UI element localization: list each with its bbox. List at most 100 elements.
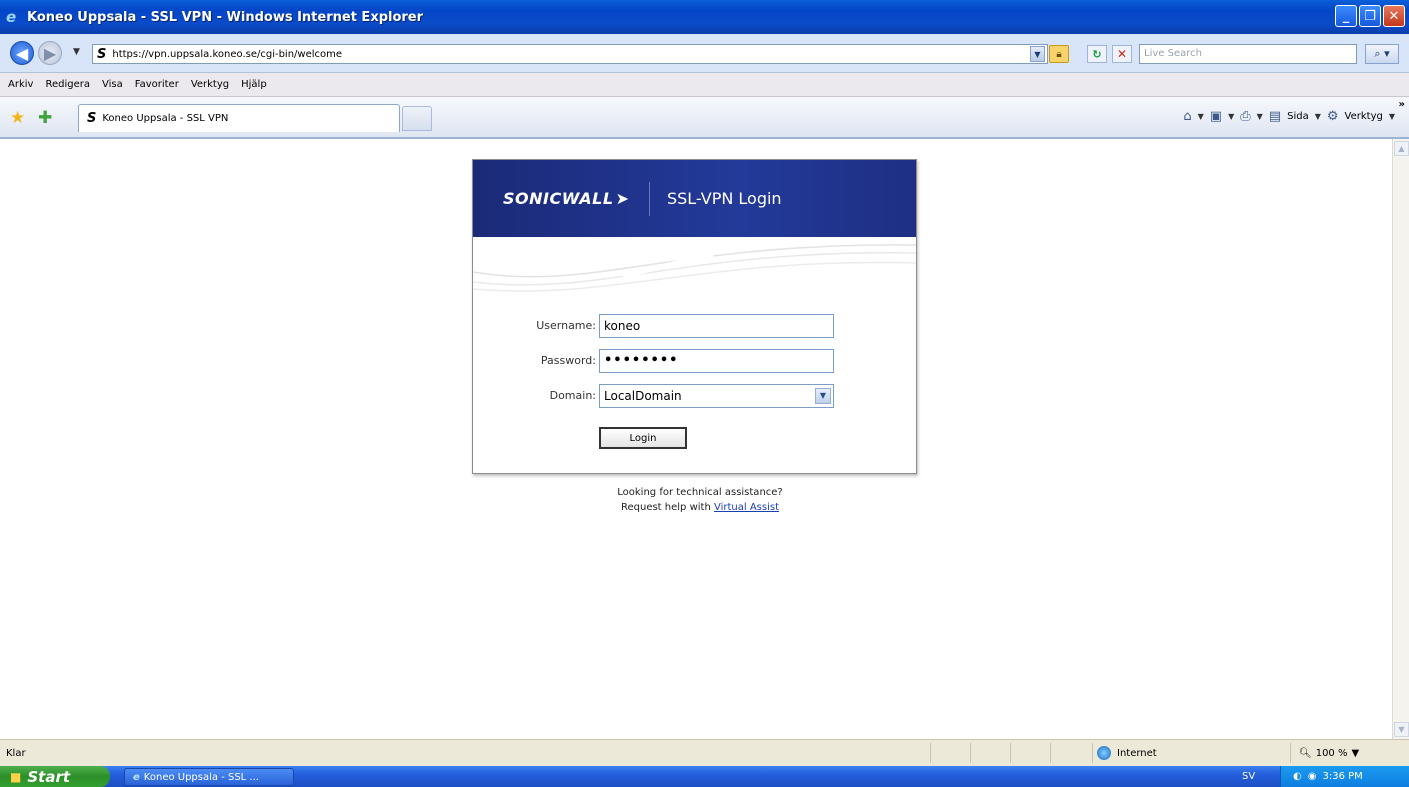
- tab-bar: ★ ✚ S Koneo Uppsala - SSL VPN ⌂ ▼ ▣ ▼ ⎙ ▼ ▤…: [0, 97, 1409, 139]
- star-icon[interactable]: ★: [10, 108, 25, 128]
- logo-arrow-icon: ➤: [615, 189, 629, 208]
- header-divider: [648, 181, 650, 216]
- username-input[interactable]: koneo: [599, 314, 834, 338]
- start-button[interactable]: ■ Start: [0, 766, 110, 787]
- scroll-down-button[interactable]: ▼: [1394, 722, 1409, 737]
- window-titlebar[interactable]: e Koneo Uppsala - SSL VPN - Windows Inte…: [0, 0, 1409, 34]
- password-label: Password:: [540, 354, 596, 367]
- username-label: Username:: [536, 319, 596, 332]
- feed-icon[interactable]: ▣: [1210, 109, 1222, 124]
- minimize-button[interactable]: _: [1335, 5, 1357, 27]
- forward-icon: ▶: [43, 43, 57, 63]
- lock-icon[interactable]: 🔒︎: [1049, 45, 1069, 63]
- back-icon: ◀: [15, 43, 29, 63]
- page-dropdown[interactable]: ▼: [1315, 112, 1321, 121]
- zoom-dropdown[interactable]: ▼: [1351, 748, 1359, 759]
- ie-icon: e: [133, 771, 140, 783]
- print-dropdown[interactable]: ▼: [1257, 112, 1263, 121]
- menu-bar: Arkiv Redigera Visa Favoriter Verktyg Hj…: [0, 73, 1409, 97]
- clock: 3:36 PM: [1322, 771, 1363, 782]
- menu-item-arkiv[interactable]: Arkiv: [8, 79, 33, 90]
- status-bar: Klar Internet 🔍︎ 100 % ▼: [0, 739, 1409, 766]
- page-icon: ▤: [1268, 109, 1282, 124]
- help-prefix: Request help with: [620, 502, 711, 513]
- status-text: Klar: [6, 748, 26, 759]
- zoom-icon: 🔍︎: [1299, 747, 1312, 759]
- menu-item-hjalp[interactable]: Hjälp: [241, 79, 267, 90]
- address-input[interactable]: S https://vpn.uppsala.koneo.se/cgi-bin/w…: [92, 44, 1048, 64]
- menu-item-verktyg[interactable]: Verktyg: [191, 79, 229, 90]
- windows-flag-icon: ■: [10, 769, 22, 784]
- stop-icon[interactable]: ✕: [1112, 45, 1132, 63]
- page-menu-button[interactable]: Sida: [1287, 111, 1309, 122]
- site-icon: S: [87, 111, 97, 126]
- login-button[interactable]: Login: [599, 427, 687, 449]
- back-button[interactable]: ◀: [10, 41, 34, 65]
- virtual-assist-link[interactable]: Virtual Assist: [714, 502, 779, 513]
- tab-active[interactable]: S Koneo Uppsala - SSL VPN: [78, 104, 400, 132]
- globe-icon: [1097, 746, 1111, 760]
- system-tray: ◐ ◉ 3:36 PM: [1280, 766, 1409, 787]
- refresh-icon[interactable]: ↻: [1087, 45, 1107, 63]
- new-tab-button[interactable]: [402, 106, 432, 131]
- sonicwall-logo: SONICWALL: [503, 189, 614, 208]
- maximize-button[interactable]: ❐: [1359, 5, 1381, 27]
- menu-item-redigera[interactable]: Redigera: [45, 79, 90, 90]
- search-input[interactable]: Live Search: [1139, 44, 1357, 64]
- home-dropdown[interactable]: ▼: [1198, 112, 1204, 121]
- add-favorite-icon[interactable]: ✚: [38, 108, 52, 128]
- tab-label: Koneo Uppsala - SSL VPN: [102, 113, 229, 124]
- zoom-level: 100 %: [1315, 747, 1348, 759]
- search-button[interactable]: ⌕ ▾: [1365, 44, 1399, 64]
- close-button[interactable]: ✕: [1383, 5, 1405, 27]
- decorative-swoosh: [473, 244, 916, 292]
- security-zone[interactable]: Internet: [1092, 743, 1290, 763]
- menu-item-favoriter[interactable]: Favoriter: [135, 79, 179, 90]
- language-indicator[interactable]: SV: [1242, 771, 1255, 782]
- help-text: Looking for technical assistance? Reques…: [560, 485, 840, 515]
- taskbar-item-ie[interactable]: e Koneo Uppsala - SSL ...: [124, 768, 294, 786]
- help-line-1: Looking for technical assistance?: [617, 487, 783, 498]
- login-title: SSL-VPN Login: [666, 189, 782, 208]
- username-row: Username: koneo: [473, 314, 916, 338]
- address-toolbar: ◀ ▶ ▼ S https://vpn.uppsala.koneo.se/cgi…: [0, 34, 1409, 73]
- url-text: https://vpn.uppsala.koneo.se/cgi-bin/wel…: [112, 48, 343, 60]
- scroll-up-button[interactable]: ▲: [1394, 141, 1409, 156]
- forward-button[interactable]: ▶: [38, 41, 62, 65]
- domain-row: Domain: LocalDomain ▼: [473, 384, 916, 408]
- chevron-icon[interactable]: »: [1399, 99, 1405, 110]
- status-cells: [930, 743, 1090, 763]
- taskbar: ■ Start e Koneo Uppsala - SSL ... SV ◐ ◉…: [0, 766, 1409, 787]
- password-row: Password: ••••••••: [473, 349, 916, 373]
- history-dropdown[interactable]: ▼: [73, 47, 80, 57]
- tools-dropdown[interactable]: ▼: [1389, 112, 1395, 121]
- feed-dropdown[interactable]: ▼: [1228, 112, 1234, 121]
- domain-select[interactable]: LocalDomain ▼: [599, 384, 834, 408]
- help-line-2: Request help with Virtual Assist: [560, 500, 840, 515]
- domain-label: Domain:: [549, 389, 596, 402]
- address-dropdown-button[interactable]: ▼: [1030, 46, 1045, 62]
- zoom-control[interactable]: 🔍︎ 100 % ▼: [1290, 743, 1409, 763]
- command-bar: ⌂ ▼ ▣ ▼ ⎙ ▼ ▤ Sida ▼ ⚙ Verktyg ▼: [1183, 109, 1395, 124]
- task-label: Koneo Uppsala - SSL ...: [143, 771, 259, 783]
- login-header: SONICWALL ➤ SSL-VPN Login: [473, 160, 916, 237]
- home-icon[interactable]: ⌂: [1183, 109, 1191, 124]
- password-input[interactable]: ••••••••: [599, 349, 834, 373]
- tray-icon[interactable]: ◐: [1293, 771, 1302, 782]
- domain-value: LocalDomain: [604, 389, 682, 403]
- tools-menu-button[interactable]: Verktyg: [1345, 111, 1383, 122]
- window-controls: _ ❐ ✕: [1335, 5, 1405, 27]
- tools-icon: ⚙: [1326, 109, 1339, 124]
- login-panel: SONICWALL ➤ SSL-VPN Login Username: kone…: [472, 159, 917, 474]
- vertical-scrollbar[interactable]: ▲ ▼: [1392, 139, 1409, 739]
- chevron-down-icon[interactable]: ▼: [815, 388, 831, 404]
- print-icon[interactable]: ⎙: [1240, 109, 1250, 124]
- site-icon: S: [97, 46, 107, 62]
- zone-label: Internet: [1117, 747, 1157, 759]
- start-label: Start: [27, 767, 71, 786]
- search-icon: ⌕ ▾: [1374, 47, 1390, 60]
- ie-icon: e: [6, 8, 17, 26]
- window-title: Koneo Uppsala - SSL VPN - Windows Intern…: [27, 9, 424, 25]
- menu-item-visa[interactable]: Visa: [102, 79, 123, 90]
- tray-icon[interactable]: ◉: [1308, 771, 1317, 782]
